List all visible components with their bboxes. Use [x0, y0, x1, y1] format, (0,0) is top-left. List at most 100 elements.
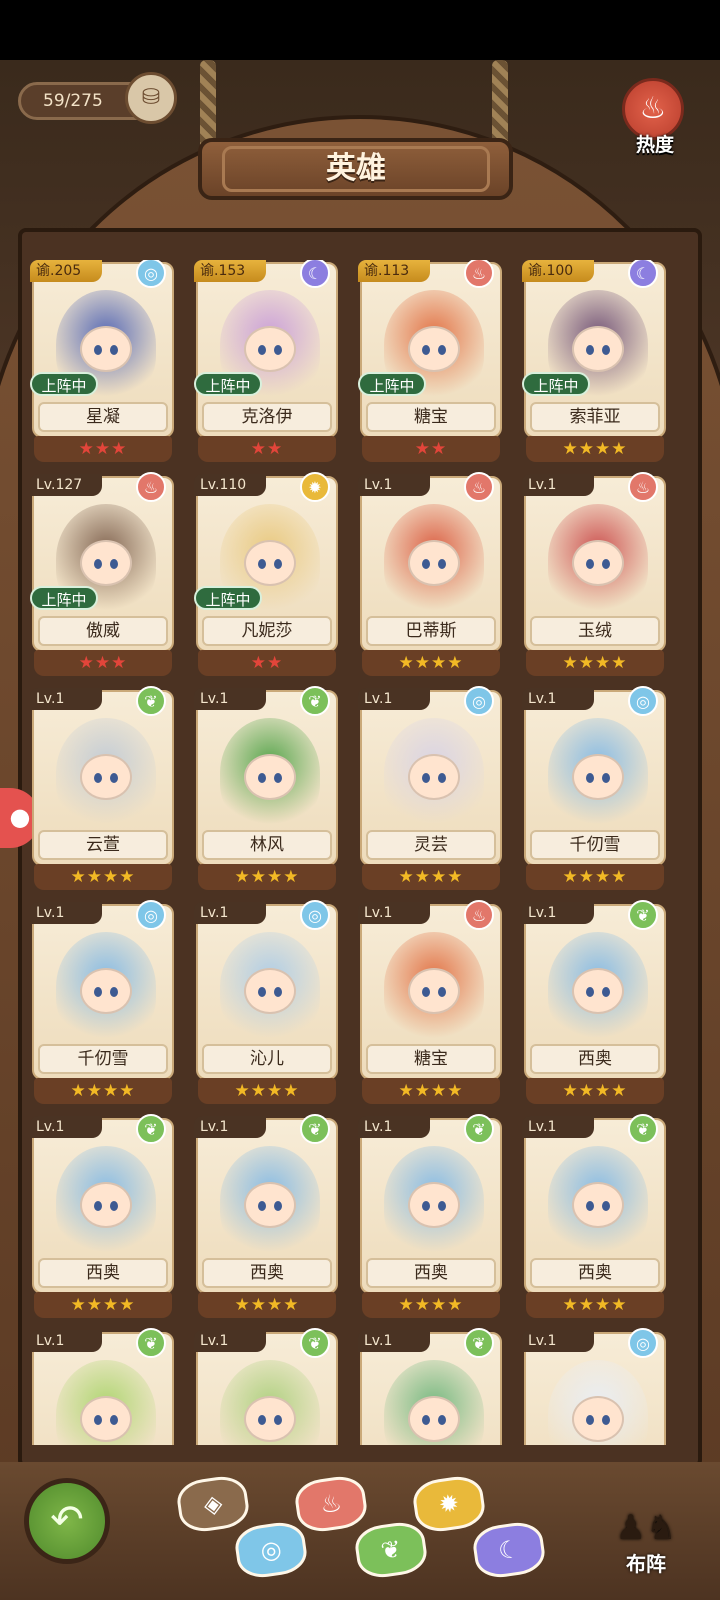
hero-level: Lv.1 — [358, 902, 430, 924]
leaf-icon: ❦ — [136, 686, 166, 716]
on-team-badge: 上阵中 — [194, 372, 262, 396]
treasure-chest-icon[interactable]: ⛁ — [125, 72, 177, 124]
hero-card[interactable]: Lv.1 ❦ 云萱 ★★★★ — [30, 686, 176, 892]
hero-face — [572, 1396, 624, 1442]
hero-name: 千仞雪 — [530, 830, 660, 860]
hero-stars: ★★ — [198, 650, 336, 676]
hero-name: 沁儿 — [202, 1044, 332, 1074]
hero-screen: 59/275 ⛁ 英雄 ♨ 热度 ● 谕.205 ◎ 上阵中 星凝 ★★★ 谕.… — [0, 0, 720, 1600]
hero-card[interactable]: Lv.1 ❦ 西奥 ★★★★ — [522, 1114, 668, 1320]
hero-name: 西奥 — [38, 1258, 168, 1288]
back-arrow-icon: ↶ — [50, 1497, 84, 1543]
water-swirl-icon: ◎ — [258, 1534, 284, 1566]
hero-stars: ★★★★ — [362, 650, 500, 676]
hero-stars: ★★★★ — [34, 1292, 172, 1318]
flame-icon: ♨ — [639, 91, 667, 126]
hero-name: 西奥 — [202, 1258, 332, 1288]
hero-name: 糖宝 — [366, 402, 496, 432]
hero-card[interactable]: Lv.1 ◎ 沁儿 ★★★★ — [194, 900, 340, 1106]
hero-face — [244, 540, 296, 586]
hero-card[interactable]: 谕.205 ◎ 上阵中 星凝 ★★★ — [30, 260, 176, 464]
hero-card[interactable]: Lv.127 ♨ 上阵中 傲威 ★★★ — [30, 472, 176, 678]
hero-face — [80, 540, 132, 586]
hero-card[interactable]: Lv.1 ❦ 林风 ★★★★ — [194, 686, 340, 892]
hero-card[interactable]: Lv.1 ❦ 西奥 ★★★★ — [194, 1114, 340, 1320]
water-swirl-icon: ◎ — [136, 900, 166, 930]
fire-icon: ♨ — [628, 472, 658, 502]
status-bar — [0, 0, 720, 60]
hero-card[interactable]: Lv.1 ◎ 千仞雪 ★★★★ — [522, 686, 668, 892]
hero-face — [572, 1182, 624, 1228]
hero-card[interactable]: Lv.1 ◎ — [522, 1328, 668, 1445]
hero-level: Lv.1 — [358, 1116, 430, 1138]
hero-name: 林风 — [202, 830, 332, 860]
all-diamond-icon: ◈ — [201, 1488, 225, 1520]
hero-name: 西奥 — [530, 1258, 660, 1288]
water-swirl-icon: ◎ — [464, 686, 494, 716]
hero-level: Lv.1 — [30, 902, 102, 924]
hero-level: 谕.100 — [522, 260, 594, 282]
hero-stars: ★★★ — [34, 436, 172, 462]
hero-stars: ★★ — [198, 436, 336, 462]
hero-level: 谕.153 — [194, 260, 266, 282]
hero-card[interactable]: 谕.113 ♨ 上阵中 糖宝 ★★ — [358, 260, 504, 464]
hero-face — [244, 1182, 296, 1228]
hero-card[interactable]: Lv.1 ❦ — [30, 1328, 176, 1445]
leaf-icon: ❦ — [379, 1534, 403, 1566]
hero-name: 西奥 — [366, 1258, 496, 1288]
leaf-icon: ❦ — [628, 1114, 658, 1144]
heat-label[interactable]: 热度 — [620, 130, 690, 157]
formation-button[interactable]: ♟♞ 布阵 — [608, 1508, 684, 1588]
hero-card[interactable]: Lv.1 ◎ 千仞雪 ★★★★ — [30, 900, 176, 1106]
hero-level: Lv.1 — [194, 688, 266, 710]
on-team-badge: 上阵中 — [358, 372, 426, 396]
hero-card[interactable]: Lv.1 ❦ 西奥 ★★★★ — [30, 1114, 176, 1320]
hero-face — [244, 968, 296, 1014]
leaf-icon: ❦ — [300, 1114, 330, 1144]
back-button[interactable]: ↶ — [24, 1478, 110, 1564]
hero-level: Lv.110 — [194, 474, 266, 496]
hero-name: 玉绒 — [530, 616, 660, 646]
hero-level: Lv.1 — [522, 902, 594, 924]
hero-face — [572, 540, 624, 586]
hero-face — [244, 754, 296, 800]
fire-icon: ♨ — [464, 900, 494, 930]
hero-stars: ★★★★ — [526, 436, 664, 462]
hero-card[interactable]: Lv.110 ✹ 上阵中 凡妮莎 ★★ — [194, 472, 340, 678]
hero-level: Lv.1 — [194, 902, 266, 924]
hero-level: 谕.113 — [358, 260, 430, 282]
hero-card[interactable]: Lv.1 ♨ 糖宝 ★★★★ — [358, 900, 504, 1106]
hero-level: Lv.1 — [30, 688, 102, 710]
hero-face — [408, 1182, 460, 1228]
hero-name: 云萱 — [38, 830, 168, 860]
formation-label: 布阵 — [626, 1552, 666, 1576]
hero-name: 千仞雪 — [38, 1044, 168, 1074]
hero-stars: ★★★ — [34, 650, 172, 676]
leaf-icon: ❦ — [300, 686, 330, 716]
hero-face — [80, 754, 132, 800]
hero-card[interactable]: Lv.1 ♨ 巴蒂斯 ★★★★ — [358, 472, 504, 678]
hero-card[interactable]: Lv.1 ◎ 灵芸 ★★★★ — [358, 686, 504, 892]
hero-card[interactable]: 谕.153 ☾ 上阵中 克洛伊 ★★ — [194, 260, 340, 464]
hero-grid: 谕.205 ◎ 上阵中 星凝 ★★★ 谕.153 ☾ 上阵中 克洛伊 ★★ 谕.… — [30, 260, 690, 1445]
hero-card[interactable]: Lv.1 ♨ 玉绒 ★★★★ — [522, 472, 668, 678]
hero-face — [80, 1182, 132, 1228]
hero-stars: ★★★★ — [198, 864, 336, 890]
hero-card[interactable]: Lv.1 ❦ 西奥 ★★★★ — [522, 900, 668, 1106]
hero-stars: ★★★★ — [34, 1078, 172, 1104]
on-team-badge: 上阵中 — [30, 586, 98, 610]
hero-card[interactable]: Lv.1 ❦ — [358, 1328, 504, 1445]
hero-card[interactable]: Lv.1 ❦ 西奥 ★★★★ — [358, 1114, 504, 1320]
hero-name: 克洛伊 — [202, 402, 332, 432]
hero-face — [80, 1396, 132, 1442]
hero-name: 糖宝 — [366, 1044, 496, 1074]
hero-name: 西奥 — [530, 1044, 660, 1074]
hero-card[interactable]: 谕.100 ☾ 上阵中 索菲亚 ★★★★ — [522, 260, 668, 464]
hero-name: 傲威 — [38, 616, 168, 646]
hero-level: Lv.1 — [30, 1330, 102, 1352]
hero-name: 巴蒂斯 — [366, 616, 496, 646]
hero-level: Lv.1 — [358, 474, 430, 496]
fire-icon: ♨ — [136, 472, 166, 502]
hero-card[interactable]: Lv.1 ❦ — [194, 1328, 340, 1445]
hero-face — [244, 1396, 296, 1442]
